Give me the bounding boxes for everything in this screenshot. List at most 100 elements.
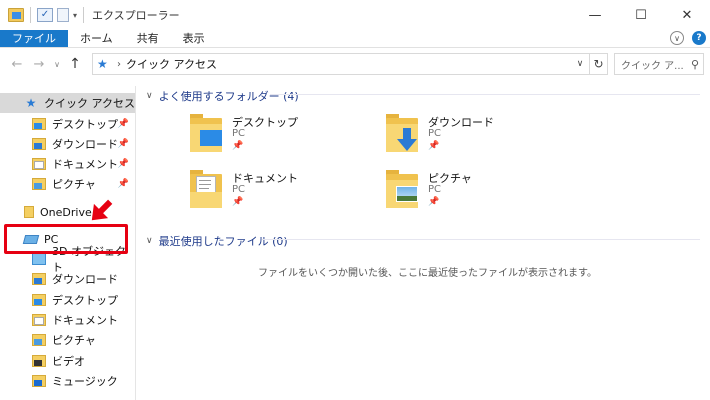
close-button[interactable]: ✕ (664, 0, 710, 30)
up-arrow-icon[interactable]: ↑ (64, 56, 86, 72)
red-arrow-icon (91, 199, 113, 221)
new-folder-icon[interactable] (57, 8, 69, 22)
address-dropdown-icon[interactable]: ∨ (573, 54, 587, 74)
folder-tile-pictures[interactable]: ピクチャ PC 📌 (386, 170, 566, 218)
minimize-button[interactable]: — (572, 0, 618, 30)
recent-files-empty-message: ファイルをいくつか開いた後、ここに最近使ったファイルが表示されます。 (258, 268, 597, 279)
nav-item-label: ダウンロード (52, 273, 118, 286)
nav-item-label: ダウンロード (52, 138, 118, 151)
nav-item-label: OneDrive (40, 205, 92, 219)
explorer-app-icon[interactable] (8, 8, 24, 22)
nav-item-label: ドキュメント (52, 314, 118, 327)
nav-item-label: ビデオ (52, 355, 85, 368)
recent-locations-chevron-icon[interactable]: ∨ (50, 60, 64, 69)
collapse-chevron-icon[interactable]: ∨ (146, 236, 153, 246)
nav-item-label: ミュージック (52, 375, 118, 388)
pictures-folder-icon (32, 178, 46, 190)
pin-icon: 📌 (428, 197, 440, 207)
help-icon[interactable]: ? (692, 31, 706, 45)
ribbon-controls: ∨ ? (670, 31, 706, 45)
divider (83, 7, 85, 23)
address-bar[interactable]: ★ › クイック アクセス ∨ ↻ (92, 53, 608, 75)
videos-folder-icon (32, 355, 46, 367)
pin-icon: 📌 (117, 119, 129, 129)
window-title: エクスプローラー (92, 9, 180, 22)
tab-file[interactable]: ファイル (0, 30, 68, 47)
nav-item-label: デスクトップ (52, 294, 118, 307)
navigation-bar: ← → ∨ ↑ ★ › クイック アクセス ∨ ↻ クイック ア... ⚲ (0, 48, 710, 80)
group-title: よく使用するフォルダー (4) (158, 90, 299, 103)
refresh-icon[interactable]: ↻ (589, 54, 607, 74)
nav-item-pictures-pinned[interactable]: ピクチャ 📌 (0, 174, 135, 194)
documents-folder-icon (190, 170, 224, 210)
nav-item-music[interactable]: ミュージック (0, 371, 135, 391)
folder-location: PC (428, 184, 442, 195)
pin-icon: 📌 (117, 179, 129, 189)
tab-view[interactable]: 表示 (171, 30, 217, 47)
search-icon[interactable]: ⚲ (687, 58, 703, 71)
folder-location: PC (428, 128, 442, 139)
frequent-folders-header[interactable]: ∨ よく使用するフォルダー (4) (146, 88, 299, 104)
nav-item-desktop-pinned[interactable]: デスクトップ 📌 (0, 114, 135, 134)
desktop-folder-icon (32, 118, 46, 130)
pin-icon: 📌 (117, 159, 129, 169)
documents-folder-icon (32, 314, 46, 326)
folder-tile-downloads[interactable]: ダウンロード PC 📌 (386, 114, 566, 162)
properties-icon[interactable]: ✓ (37, 8, 53, 22)
maximize-button[interactable]: ☐ (618, 0, 664, 30)
nav-item-label: デスクトップ (52, 118, 118, 131)
nav-item-documents[interactable]: ドキュメント (0, 310, 135, 330)
divider (262, 239, 700, 240)
folder-tile-desktop[interactable]: デスクトップ PC 📌 (190, 114, 370, 162)
window-controls: — ☐ ✕ (572, 0, 710, 30)
desktop-folder-icon (190, 114, 224, 154)
customize-toolbar-dropdown-icon[interactable]: ▾ (73, 11, 77, 20)
tab-share[interactable]: 共有 (125, 30, 171, 47)
star-icon: ★ (25, 96, 37, 110)
onedrive-icon (24, 206, 34, 218)
pictures-folder-icon (386, 170, 420, 210)
3d-objects-icon (32, 253, 46, 265)
expand-ribbon-icon[interactable]: ∨ (670, 31, 684, 45)
nav-item-label: ピクチャ (52, 334, 96, 347)
nav-item-videos[interactable]: ビデオ (0, 351, 135, 371)
nav-item-label: ピクチャ (52, 178, 96, 191)
divider (30, 7, 31, 23)
folder-tile-documents[interactable]: ドキュメント PC 📌 (190, 170, 370, 218)
ribbon-tabs: ファイル ホーム 共有 表示 ∨ ? (0, 30, 710, 48)
nav-item-desktop[interactable]: デスクトップ (0, 290, 135, 310)
quick-access-star-icon: ★ (97, 57, 108, 71)
nav-item-downloads-pinned[interactable]: ダウンロード 📌 (0, 134, 135, 154)
search-input[interactable]: クイック ア... ⚲ (614, 53, 704, 75)
nav-item-downloads[interactable]: ダウンロード (0, 269, 135, 289)
recent-files-header[interactable]: ∨ 最近使用したファイル (0) (146, 233, 288, 249)
forward-arrow-icon[interactable]: → (28, 57, 50, 72)
collapse-chevron-icon[interactable]: ∨ (146, 91, 153, 101)
music-folder-icon (32, 375, 46, 387)
folder-location: PC (232, 184, 246, 195)
documents-folder-icon (32, 158, 46, 170)
downloads-folder-icon (32, 273, 46, 285)
search-placeholder: クイック ア... (621, 60, 684, 72)
pin-icon: 📌 (232, 141, 244, 151)
nav-item-quick-access[interactable]: ★ クイック アクセス (0, 93, 135, 113)
pictures-folder-icon (32, 334, 46, 346)
downloads-folder-icon (386, 114, 420, 154)
breadcrumb-quick-access[interactable]: クイック アクセス (126, 56, 217, 72)
nav-item-documents-pinned[interactable]: ドキュメント 📌 (0, 154, 135, 174)
folder-location: PC (232, 128, 246, 139)
divider (270, 94, 700, 95)
pin-icon: 📌 (232, 197, 244, 207)
breadcrumb-chevron-icon[interactable]: › (117, 59, 121, 70)
downloads-folder-icon (32, 138, 46, 150)
nav-item-label: クイック アクセス (44, 97, 135, 110)
desktop-folder-icon (32, 294, 46, 306)
tab-home[interactable]: ホーム (68, 30, 125, 47)
nav-item-pictures[interactable]: ピクチャ (0, 330, 135, 350)
pin-icon: 📌 (428, 141, 440, 151)
pin-icon: 📌 (117, 139, 129, 149)
back-arrow-icon[interactable]: ← (6, 57, 28, 72)
nav-item-label: ドキュメント (52, 158, 118, 171)
title-bar: ✓ ▾ エクスプローラー — ☐ ✕ (0, 0, 710, 30)
group-title: 最近使用したファイル (0) (158, 235, 288, 248)
